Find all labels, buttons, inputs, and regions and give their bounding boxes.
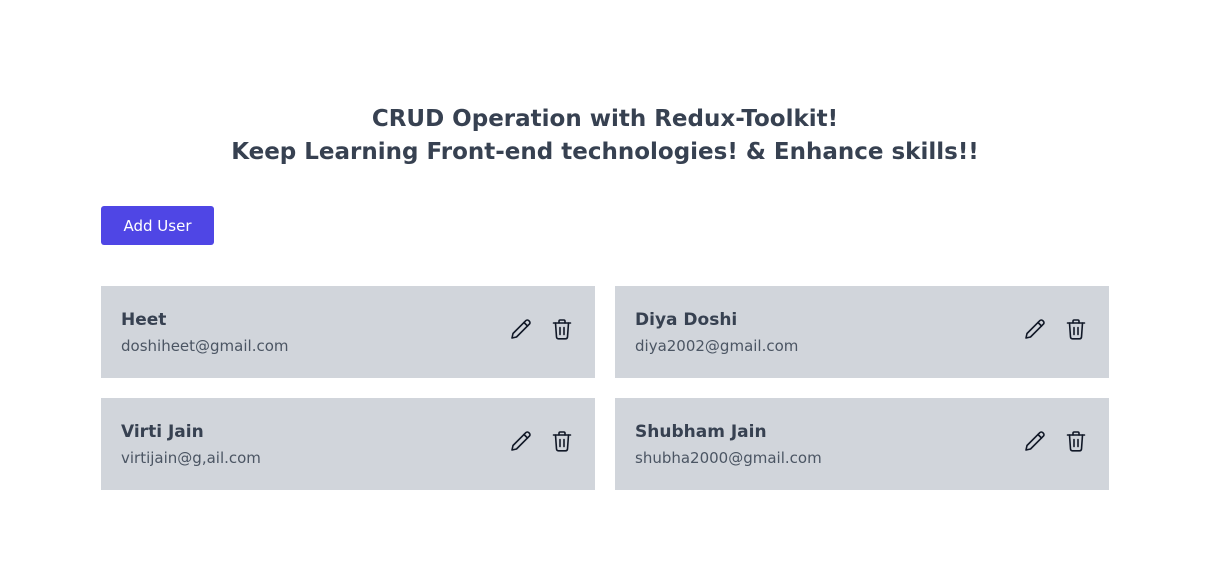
edit-user-button[interactable] — [509, 429, 533, 453]
user-card: Diya Doshi diya2002@gmail.com — [615, 286, 1109, 378]
delete-user-button[interactable] — [1064, 429, 1088, 453]
user-card-actions — [509, 429, 574, 453]
pencil-icon — [511, 319, 531, 339]
trash-icon — [552, 319, 572, 340]
user-card-actions — [509, 317, 574, 341]
user-name: Diya Doshi — [635, 310, 738, 330]
trash-icon — [1066, 431, 1086, 452]
page-title-line-1: CRUD Operation with Redux-Toolkit! — [371, 106, 839, 132]
edit-user-button[interactable] — [509, 317, 533, 341]
edit-user-button[interactable] — [1023, 317, 1047, 341]
pencil-icon — [1025, 319, 1045, 339]
user-name: Virti Jain — [121, 422, 204, 442]
user-email: diya2002@gmail.com — [635, 337, 799, 355]
user-card-actions — [1023, 317, 1088, 341]
pencil-icon — [1025, 431, 1045, 451]
page-title-line-2: Keep Learning Front-end technologies! & … — [231, 139, 979, 165]
trash-icon — [1066, 319, 1086, 340]
edit-user-button[interactable] — [1023, 429, 1047, 453]
trash-icon — [552, 431, 572, 452]
page: CRUD Operation with Redux-Toolkit! Keep … — [0, 0, 1218, 569]
user-name: Shubham Jain — [635, 422, 767, 442]
user-name: Heet — [121, 310, 167, 330]
user-email: shubha2000@gmail.com — [635, 449, 822, 467]
pencil-icon — [511, 431, 531, 451]
user-card: Heet doshiheet@gmail.com — [101, 286, 595, 378]
delete-user-button[interactable] — [550, 317, 574, 341]
user-card: Shubham Jain shubha2000@gmail.com — [615, 398, 1109, 490]
delete-user-button[interactable] — [1064, 317, 1088, 341]
user-card: Virti Jain virtijain@g,ail.com — [101, 398, 595, 490]
page-title: CRUD Operation with Redux-Toolkit! Keep … — [0, 103, 1210, 169]
delete-user-button[interactable] — [550, 429, 574, 453]
add-user-button[interactable]: Add User — [101, 206, 214, 245]
user-list: Heet doshiheet@gmail.com Diya Doshi diya… — [101, 286, 1109, 490]
user-email: doshiheet@gmail.com — [121, 337, 289, 355]
user-email: virtijain@g,ail.com — [121, 449, 261, 467]
user-card-actions — [1023, 429, 1088, 453]
